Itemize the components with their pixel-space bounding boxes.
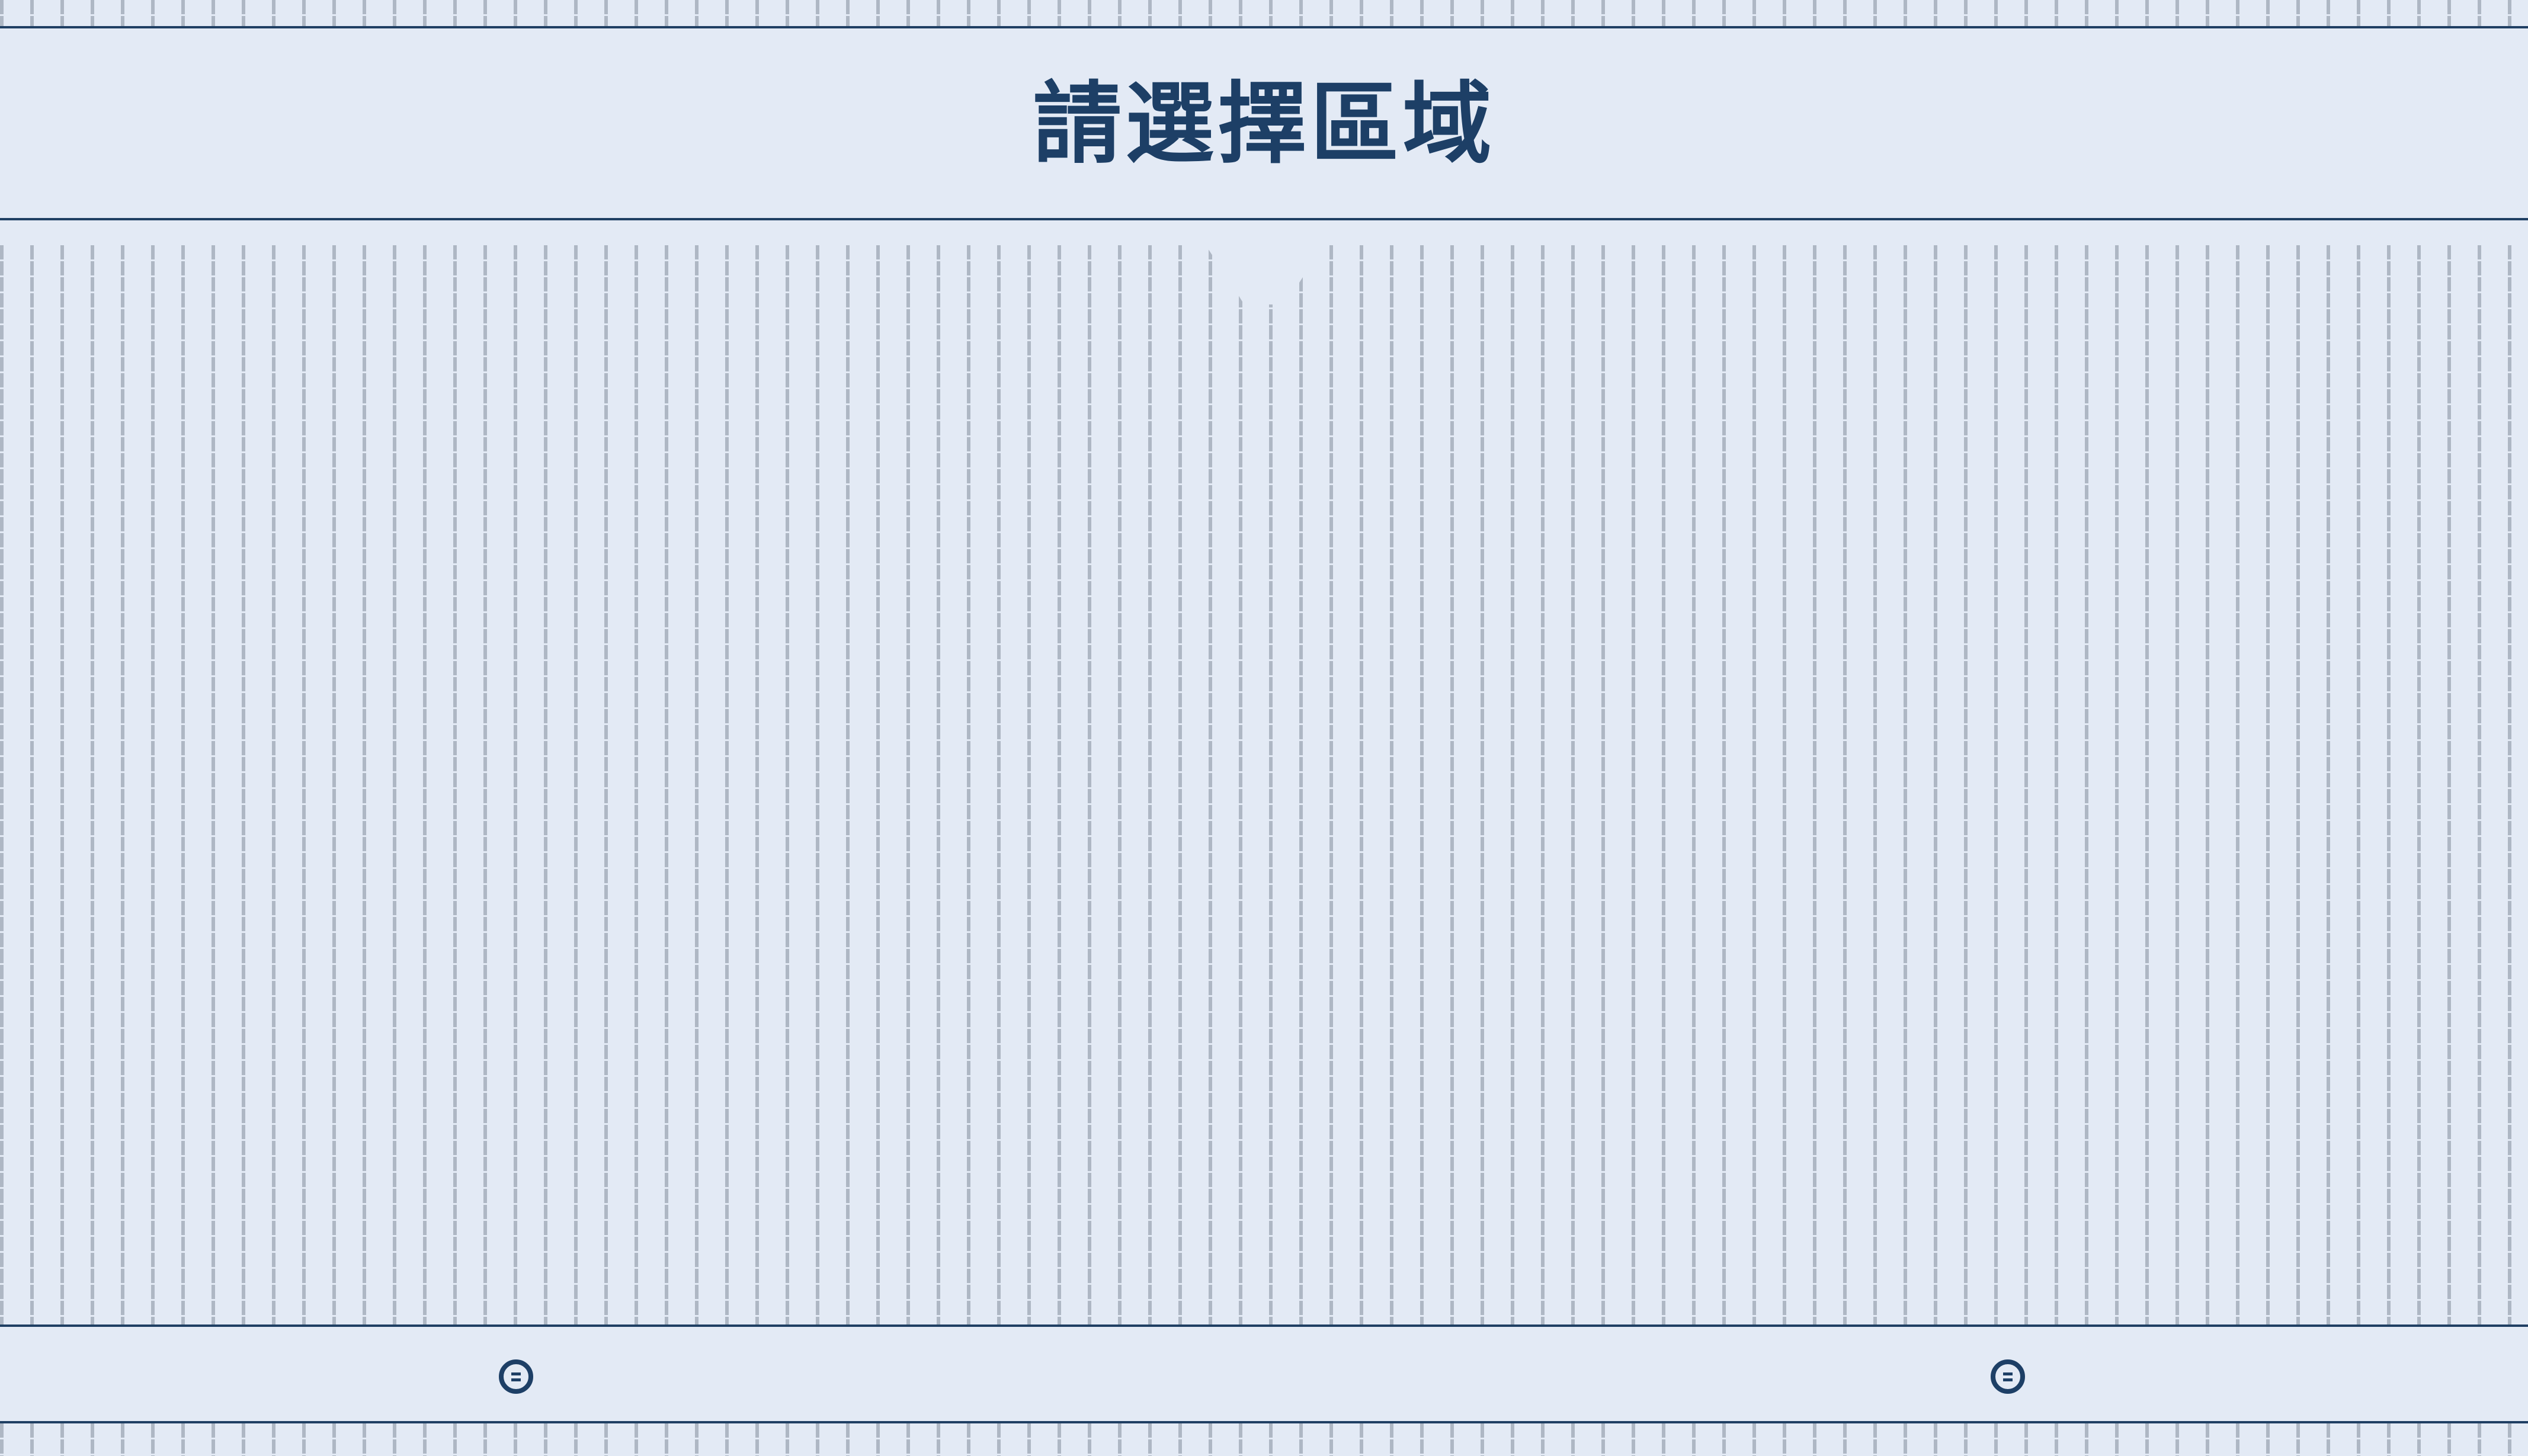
header-bottom-rule [0, 218, 2528, 220]
pointer-notch-icon [1206, 245, 1324, 304]
title-band: 請選擇區域 [0, 28, 2528, 219]
footer-band [0, 1327, 2528, 1422]
page-title: 請選擇區域 [1033, 72, 1495, 176]
left-dial-button[interactable] [499, 1359, 533, 1394]
grid-pattern-top [0, 0, 2528, 27]
right-dial-button[interactable] [1991, 1359, 2025, 1394]
region-select-screen: 請選擇區域 [0, 0, 2528, 1456]
grid-pattern-bottom [0, 1423, 2528, 1456]
dial-icon [511, 1372, 521, 1375]
region-selection-area[interactable] [0, 245, 2528, 1324]
dial-icon [2003, 1372, 2013, 1375]
